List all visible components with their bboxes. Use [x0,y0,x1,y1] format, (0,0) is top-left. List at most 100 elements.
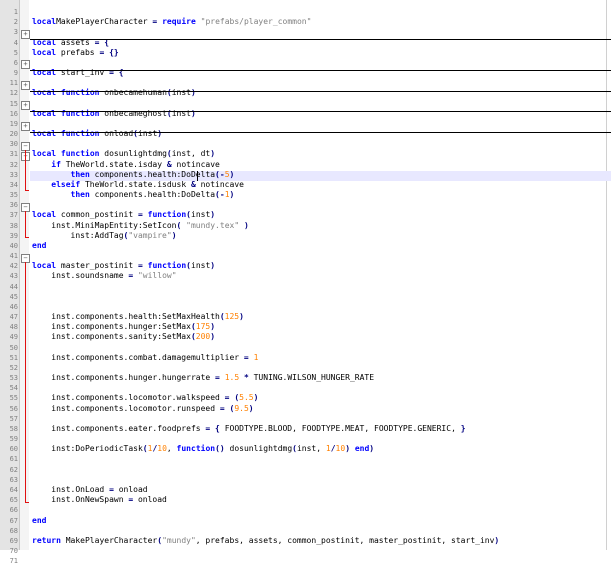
line-number: 34 [9,181,18,189]
fold-separator [30,132,611,133]
code-line[interactable]: local prefabs = {} [32,48,119,58]
line-number: 51 [9,354,18,362]
code-line[interactable]: inst.components.hunger.hungerrate = 1.5 … [32,373,374,383]
line-number: 50 [9,344,18,352]
code-line[interactable]: inst.soundsname = "willow" [32,271,176,281]
code-token: local [32,261,57,270]
code-token: local [32,17,57,26]
line-number: 3 [13,28,18,36]
line-number: 59 [9,435,18,443]
code-line[interactable]: local function dosunlightdmg(inst, dt) [32,149,215,159]
line-number: 40 [9,242,18,250]
code-token: , [166,444,177,453]
code-token: TUNING.WILSON_HUNGER_RATE [248,373,375,382]
code-token: ) [248,404,254,413]
code-token: ) [190,88,196,97]
code-line[interactable]: end [32,516,46,526]
code-line[interactable]: inst.components.hunger:SetMax(175) [32,322,215,332]
fold-toggle-icon[interactable]: + [21,122,30,131]
code-line[interactable]: inst.components.sanity:SetMax(200) [32,332,215,342]
fold-toggle-icon[interactable]: + [21,30,30,39]
fold-separator [30,70,611,71]
line-number: 43 [9,272,18,280]
code-line[interactable]: local function onbecamehuman(inst) [32,88,196,98]
code-token: onload [99,129,134,138]
code-line[interactable]: elseif TheWorld.state.isdusk & notincave [32,180,244,190]
line-number: 52 [9,364,18,372]
code-line[interactable]: local function onload(inst) [32,129,162,139]
code-token: ) [210,332,216,341]
code-token: inst.components.sanity:SetMax [32,332,191,341]
code-token: 1 [253,353,259,362]
code-line[interactable]: local master_postinit = function(inst) [32,261,215,271]
fold-toggle-icon[interactable]: + [21,101,30,110]
code-line[interactable]: inst.MiniMapEntity:SetIcon( "mundy.tex" … [32,221,249,231]
code-token: end [32,516,47,525]
code-line[interactable]: inst.components.health:SetMaxHealth(125) [32,312,244,322]
line-number: 54 [9,384,18,392]
code-token: inst [191,261,211,270]
code-line[interactable]: inst:AddTag("vampire") [32,231,177,241]
fold-toggle-icon[interactable]: + [21,60,30,69]
code-line[interactable]: inst:DoPeriodicTask(1/10, function() dos… [32,444,374,454]
fold-line [25,211,26,237]
line-number: 12 [9,89,18,97]
line-number: 32 [9,161,18,169]
code-token: function [60,129,100,138]
code-line[interactable]: return MakePlayerCharacter("mundy", pref… [32,536,499,546]
line-number: 5 [13,49,18,57]
code-token: "vampire" [128,231,172,240]
line-number: 31 [9,150,18,158]
line-number: 58 [9,425,18,433]
line-number: 69 [9,537,18,545]
edge-line [606,0,607,550]
line-number: 57 [9,415,18,423]
code-token: ) [157,129,163,138]
code-token: ) [243,221,249,230]
code-line[interactable]: inst.components.combat.damagemultiplier … [32,353,258,363]
fold-end [25,190,29,191]
line-number: 6 [13,59,18,67]
fold-line [25,150,26,190]
code-token: inst.components.hunger.hungerrate [32,373,216,382]
code-token: 9.5 [234,404,249,413]
code-editor[interactable]: 1 2 localMakePlayerCharacter = require "pr… [0,0,611,565]
code-token: "mundy.tex" [186,221,240,230]
code-token: require [162,17,196,26]
code-token: inst:AddTag [32,231,124,240]
fold-end [25,237,29,238]
line-number: 56 [9,405,18,413]
code-token: local [32,48,57,57]
line-number: 48 [9,323,18,331]
code-token: onload [133,495,167,504]
code-line[interactable]: inst.components.locomotor.walkspeed = (5… [32,393,258,403]
code-token: inst.components.health:SetMaxHealth [32,312,220,321]
code-token: {} [109,48,119,57]
code-line[interactable]: if TheWorld.state.isday & notincave [32,160,220,170]
code-line[interactable]: end [32,241,46,251]
code-token: ) [210,261,216,270]
code-line[interactable]: localMakePlayerCharacter = require "pref… [32,17,311,27]
fold-toggle-icon[interactable]: + [21,81,30,90]
code-line[interactable]: then components.health:DoDelta(-1) [32,190,235,200]
code-token: inst.soundsname [32,271,129,280]
code-token: common_postinit [56,210,138,219]
code-line[interactable]: inst.components.locomotor.runspeed = (9.… [32,404,254,414]
code-line[interactable]: inst.components.eater.foodprefs = { FOOD… [32,424,465,434]
code-line[interactable]: local common_postinit = function(inst) [32,210,215,220]
code-token: 1.5 [224,373,240,382]
code-token: , prefabs, assets, common_postinit, mast… [195,536,495,545]
code-token: inst [171,88,191,97]
code-token: 10 [335,444,346,453]
code-token: ) [229,190,235,199]
code-line[interactable]: then components.health:DoDelta(-5) [32,170,235,180]
code-token: ) [253,393,259,402]
code-line[interactable]: inst.OnNewSpawn = onload [32,495,167,505]
line-number: 47 [9,313,18,321]
code-line[interactable]: inst.OnLoad = onload [32,485,147,495]
code-token: inst, dt [171,149,211,158]
code-token: elseif [51,180,81,189]
